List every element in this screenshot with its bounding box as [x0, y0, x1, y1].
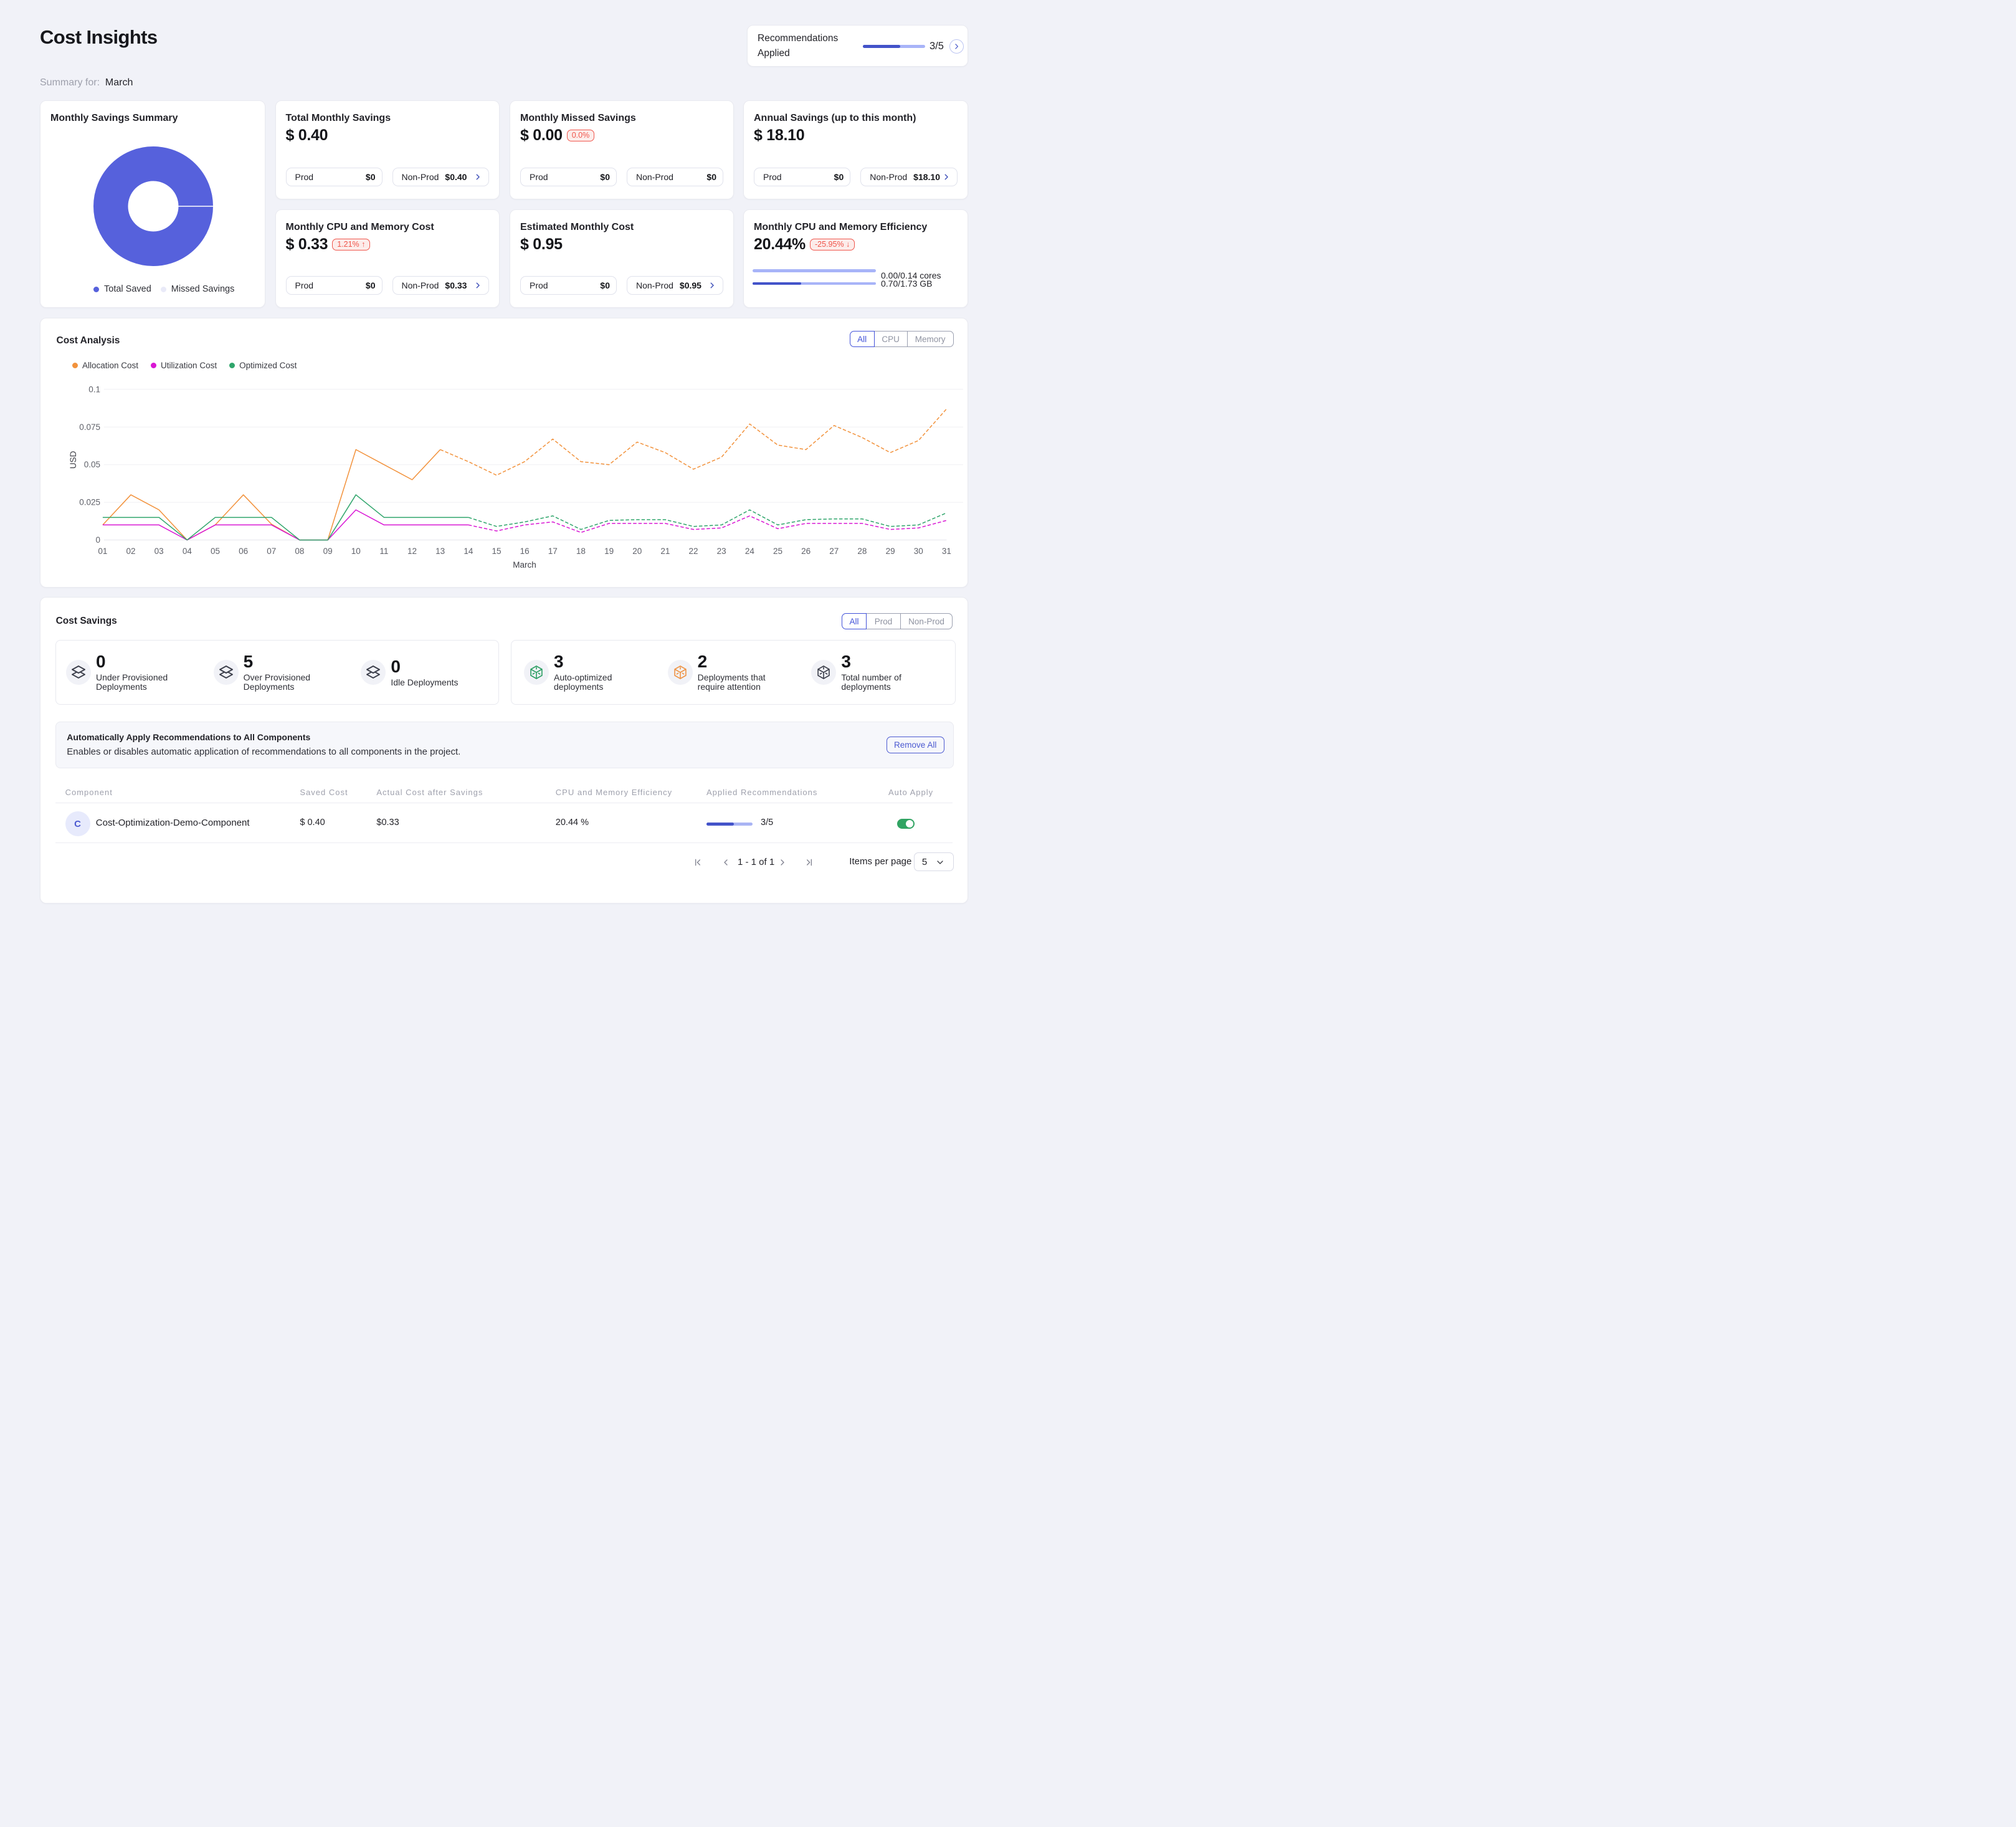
- svg-text:13: 13: [435, 546, 445, 556]
- svg-text:26: 26: [801, 546, 811, 556]
- svg-text:29: 29: [886, 546, 895, 556]
- svg-text:02: 02: [126, 546, 136, 556]
- svg-text:27: 27: [829, 546, 839, 556]
- svg-text:01: 01: [98, 546, 107, 556]
- svg-text:11: 11: [379, 546, 388, 556]
- svg-text:16: 16: [520, 546, 530, 556]
- svg-text:0.025: 0.025: [79, 498, 100, 507]
- svg-text:12: 12: [407, 546, 417, 556]
- svg-text:31: 31: [942, 546, 951, 556]
- svg-text:20: 20: [632, 546, 642, 556]
- svg-text:19: 19: [604, 546, 614, 556]
- svg-text:22: 22: [689, 546, 698, 556]
- svg-text:USD: USD: [69, 451, 78, 469]
- svg-text:17: 17: [548, 546, 558, 556]
- svg-text:March: March: [513, 560, 536, 570]
- svg-text:0.05: 0.05: [84, 460, 100, 469]
- svg-text:21: 21: [660, 546, 670, 556]
- svg-text:24: 24: [745, 546, 755, 556]
- svg-text:08: 08: [295, 546, 304, 556]
- svg-text:03: 03: [155, 546, 164, 556]
- svg-text:0.1: 0.1: [88, 384, 100, 394]
- svg-text:28: 28: [857, 546, 867, 556]
- svg-text:0: 0: [95, 535, 100, 545]
- svg-text:0.075: 0.075: [79, 422, 100, 432]
- svg-text:06: 06: [239, 546, 248, 556]
- svg-text:18: 18: [576, 546, 586, 556]
- svg-text:07: 07: [267, 546, 276, 556]
- svg-text:15: 15: [492, 546, 501, 556]
- svg-text:14: 14: [464, 546, 473, 556]
- svg-text:10: 10: [351, 546, 361, 556]
- svg-text:04: 04: [183, 546, 193, 556]
- svg-text:09: 09: [323, 546, 333, 556]
- svg-text:05: 05: [211, 546, 220, 556]
- svg-text:23: 23: [717, 546, 726, 556]
- svg-text:25: 25: [773, 546, 782, 556]
- svg-text:30: 30: [914, 546, 923, 556]
